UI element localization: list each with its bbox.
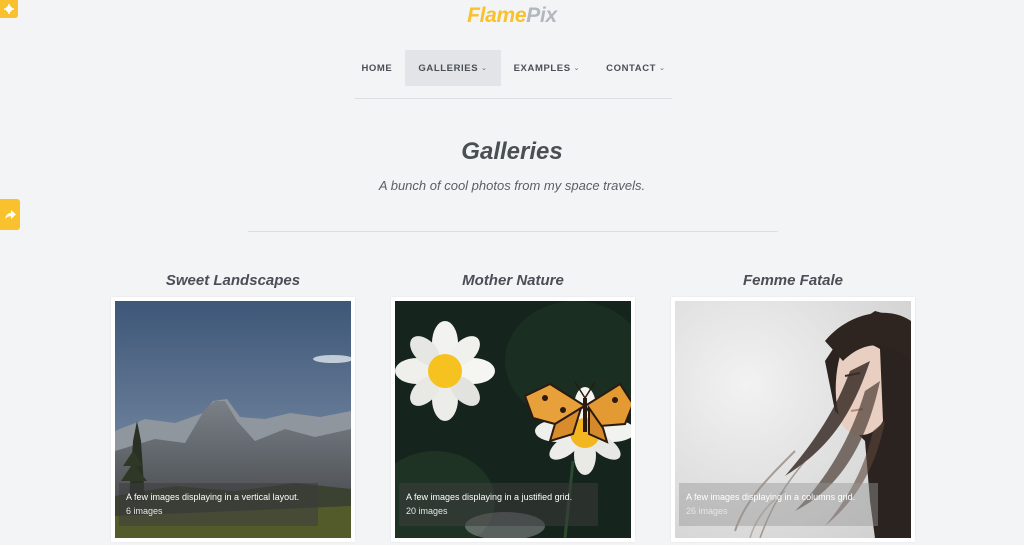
gallery-thumbnail[interactable]: A few images displaying in a columns gri… [675,301,911,538]
gallery-thumbnail-frame[interactable]: A few images displaying in a columns gri… [671,297,915,542]
chevron-down-icon: ⌄ [573,65,581,72]
brand-logo[interactable]: FlamePix [0,4,1024,28]
gallery-title[interactable]: Femme Fatale [671,270,915,297]
nav-examples[interactable]: EXAMPLES ⌄ [501,50,594,86]
nav-home[interactable]: HOME [348,50,405,86]
chevron-down-icon: ⌄ [481,65,488,72]
page-subtitle: A bunch of cool photos from my space tra… [378,178,646,193]
gallery-caption: A few images displaying in a columns gri… [679,483,878,526]
gallery-title[interactable]: Sweet Landscapes [111,270,355,297]
gallery-description: A few images displaying in a justified g… [406,492,573,502]
gallery-thumbnail-frame[interactable]: A few images displaying in a vertical la… [111,297,355,542]
gallery-caption: A few images displaying in a justified g… [399,483,598,526]
nav-galleries[interactable]: GALLERIES ⌄ [405,50,501,86]
gallery-image-count: 26 images [686,506,728,516]
gallery-card[interactable]: Femme Fatale A few images displaying in … [671,270,915,542]
nav-examples-label: EXAMPLES [513,62,571,74]
main-nav: HOME GALLERIES ⌄ EXAMPLES ⌄ CONTACT ⌄ [355,50,672,86]
gallery-card[interactable]: Mother Nature A few images displaying in… [391,270,635,542]
gallery-image-count: 6 images [126,506,163,516]
gallery-thumbnail-frame[interactable]: A few images displaying in a justified g… [391,297,635,542]
chevron-down-icon: ⌄ [659,65,666,72]
nav-home-label: HOME [361,62,393,74]
gallery-card[interactable]: Sweet Landscapes A few images displaying… [111,270,355,542]
nav-divider [355,98,672,99]
nav-galleries-label: GALLERIES [418,62,479,74]
share-tab[interactable] [0,199,20,230]
gallery-thumbnail[interactable]: A few images displaying in a vertical la… [115,301,351,538]
nav-contact-label: CONTACT [606,62,657,74]
nav-contact[interactable]: CONTACT ⌄ [593,50,678,86]
gallery-description: A few images displaying in a vertical la… [126,492,300,502]
gallery-title[interactable]: Mother Nature [391,270,635,297]
brand-logo-part2: Pix [526,4,557,27]
gallery-thumbnail[interactable]: A few images displaying in a justified g… [395,301,631,538]
gallery-image-count: 20 images [406,506,448,516]
heading-divider [248,231,778,232]
share-arrow-icon [4,209,16,219]
gallery-description: A few images displaying in a columns gri… [686,492,856,502]
page-title: Galleries [461,138,563,165]
gallery-caption: A few images displaying in a vertical la… [119,483,318,526]
brand-logo-part1: Flame [467,4,527,27]
